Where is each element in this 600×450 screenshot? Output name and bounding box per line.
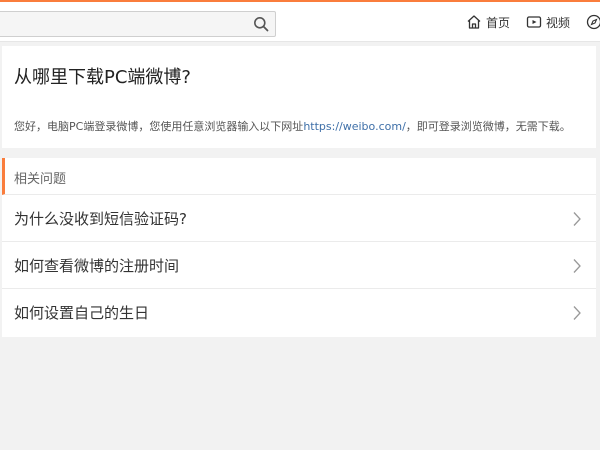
related-header: 相关问题: [2, 158, 596, 195]
home-icon: [467, 15, 481, 29]
top-nav: 首页 视频: [466, 2, 600, 42]
chevron-right-icon: [573, 259, 581, 273]
nav-item-discover[interactable]: [586, 14, 600, 30]
nav-item-video-label: 视频: [545, 15, 570, 30]
related-item-label: 如何设置自己的生日: [14, 304, 150, 322]
answer-text: 您好，电脑PC端登录微博，您使用任意浏览器输入以下网址https://weibo…: [14, 118, 571, 134]
related-item[interactable]: 为什么没收到短信验证码?: [2, 195, 596, 242]
search-box[interactable]: [0, 11, 276, 37]
search-input[interactable]: [0, 12, 245, 36]
compass-icon: [586, 14, 600, 30]
related-title: 相关问题: [14, 172, 67, 187]
related-item[interactable]: 如何设置自己的生日: [2, 289, 596, 336]
question-card: 从哪里下载PC端微博? 您好，电脑PC端登录微博，您使用任意浏览器输入以下网址h…: [2, 46, 596, 148]
nav-item-home-label: 首页: [485, 15, 510, 30]
nav-item-home[interactable]: 首页: [466, 14, 510, 31]
related-item-label: 如何查看微博的注册时间: [14, 257, 180, 275]
search-icon[interactable]: [253, 16, 269, 32]
chevron-right-icon: [573, 306, 581, 320]
related-item[interactable]: 如何查看微博的注册时间: [2, 242, 596, 289]
chevron-right-icon: [573, 212, 581, 226]
weibo-link[interactable]: https://weibo.com/: [303, 120, 405, 133]
related-item-label: 为什么没收到短信验证码?: [14, 210, 187, 228]
top-bar: 首页 视频: [0, 0, 600, 42]
video-icon: [526, 16, 542, 28]
answer-suffix: ，即可登录浏览微博，无需下载。: [405, 120, 571, 133]
answer-prefix: 您好，电脑PC端登录微博，您使用任意浏览器输入以下网址: [14, 120, 304, 133]
nav-item-video[interactable]: 视频: [526, 14, 570, 31]
question-title: 从哪里下载PC端微博?: [14, 67, 191, 88]
related-questions-card: 相关问题 为什么没收到短信验证码? 如何查看微博的注册时间 如何设置自己的生日: [2, 158, 596, 337]
